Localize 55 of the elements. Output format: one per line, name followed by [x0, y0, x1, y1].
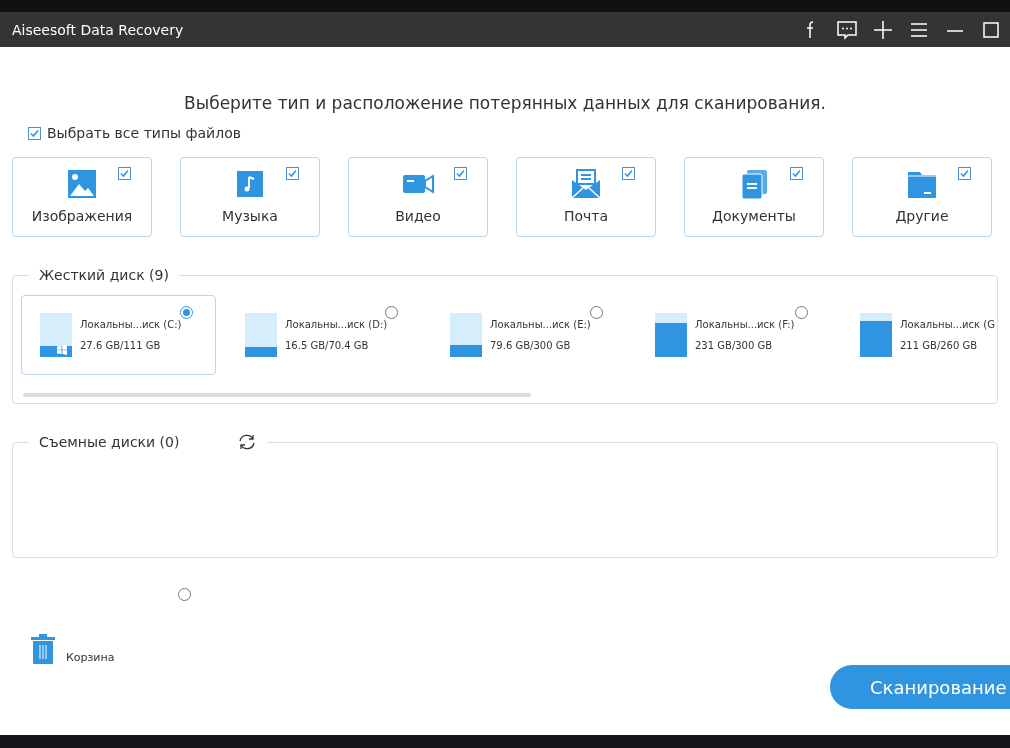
- disk-item[interactable]: Локальны...иск (F:) 231 GB/300 GB: [636, 295, 831, 375]
- disk-name: Локальны...иск (E:): [490, 319, 591, 330]
- disk-name: Локальны...иск (G: [900, 319, 995, 330]
- file-type-card[interactable]: Музыка: [180, 157, 320, 237]
- file-type-label: Музыка: [222, 208, 278, 224]
- file-type-card[interactable]: Видео: [348, 157, 488, 237]
- disk-name: Локальны...иск (F:): [695, 319, 795, 330]
- file-type-card[interactable]: Документы: [684, 157, 824, 237]
- checkbox[interactable]: [118, 167, 131, 180]
- file-type-label: Другие: [895, 208, 949, 224]
- trash-icon: [30, 634, 56, 664]
- disk-name: Локальны...иск (C:): [80, 319, 182, 330]
- disk-size: 79.6 GB/300 GB: [490, 340, 572, 351]
- checkbox[interactable]: [454, 167, 467, 180]
- file-type-label: Изображения: [31, 208, 133, 224]
- image-icon: [66, 168, 98, 200]
- file-type-card[interactable]: Почта: [516, 157, 656, 237]
- checkbox[interactable]: [28, 126, 41, 140]
- window-title: Aiseesoft Data Recovery: [12, 21, 185, 38]
- mail-icon: [570, 168, 602, 200]
- disk-size: 27.6 GB/111 GB: [80, 340, 162, 351]
- disk-name: Локальны...иск (D:): [285, 319, 388, 330]
- checkbox[interactable]: [622, 167, 635, 180]
- checkbox[interactable]: [790, 167, 803, 180]
- heading: Выберите тип и расположение потерянных данных для сканирования.: [183, 93, 827, 113]
- select-all-label: Выбрать все типы файлов: [47, 125, 241, 141]
- checkbox[interactable]: [286, 167, 299, 180]
- disk-size: 16.5 GB/70.4 GB: [285, 340, 370, 351]
- file-type-card[interactable]: Другие: [852, 157, 992, 237]
- disk-usage-icon: [245, 313, 277, 357]
- disk-item[interactable]: Локальны...иск (E:) 79.6 GB/300 GB: [431, 295, 626, 375]
- group-title: Жесткий диск (9): [39, 267, 169, 283]
- radio-button[interactable]: [180, 306, 193, 319]
- radio-button[interactable]: [590, 306, 603, 319]
- disk-item[interactable]: Локальны...иск (C:) 27.6 GB/111 GB: [21, 295, 216, 375]
- disk-size: 211 GB/260 GB: [900, 340, 979, 351]
- file-type-label: Видео: [395, 208, 441, 224]
- file-type-card[interactable]: Изображения: [12, 157, 152, 237]
- radio-button[interactable]: [795, 306, 808, 319]
- disk-usage-icon: [40, 313, 72, 357]
- disk-item[interactable]: Локальны...иск (G 211 GB/260 GB: [841, 295, 997, 375]
- file-type-label: Документы: [712, 208, 796, 224]
- radio-button[interactable]: [178, 588, 191, 601]
- disk-item[interactable]: Локальны...иск (D:) 16.5 GB/70.4 GB: [226, 295, 421, 375]
- disk-size: 231 GB/300 GB: [695, 340, 774, 351]
- file-type-label: Почта: [563, 208, 609, 224]
- disk-usage-icon: [655, 313, 687, 357]
- recycle-bin-label: Корзина: [66, 651, 115, 664]
- disk-usage-icon: [450, 313, 482, 357]
- disk-usage-icon: [860, 313, 892, 357]
- group-title: Съемные диски (0): [39, 434, 180, 450]
- checkbox[interactable]: [958, 167, 971, 180]
- scrollbar[interactable]: [23, 393, 531, 397]
- music-icon: [234, 168, 266, 200]
- radio-button[interactable]: [385, 306, 398, 319]
